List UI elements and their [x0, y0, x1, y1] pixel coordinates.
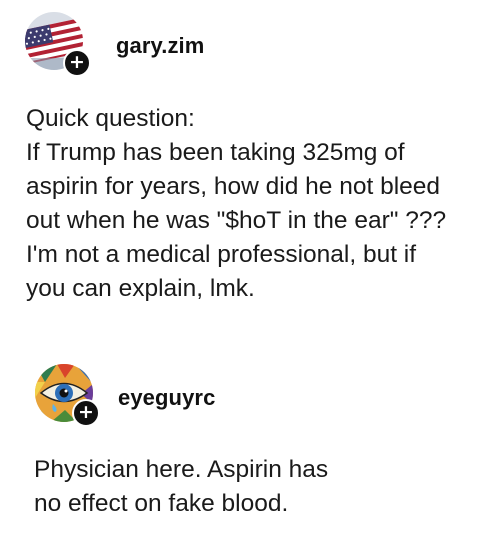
username[interactable]: gary.zim	[116, 33, 204, 59]
username[interactable]: eyeguyrc	[118, 385, 215, 411]
post-text: Quick question: If Trump has been taking…	[26, 105, 447, 302]
post-text: Physician here. Aspirin has no effect on…	[34, 456, 329, 517]
follow-plus-icon[interactable]: +	[72, 399, 100, 427]
follow-plus-icon[interactable]: +	[63, 49, 91, 77]
